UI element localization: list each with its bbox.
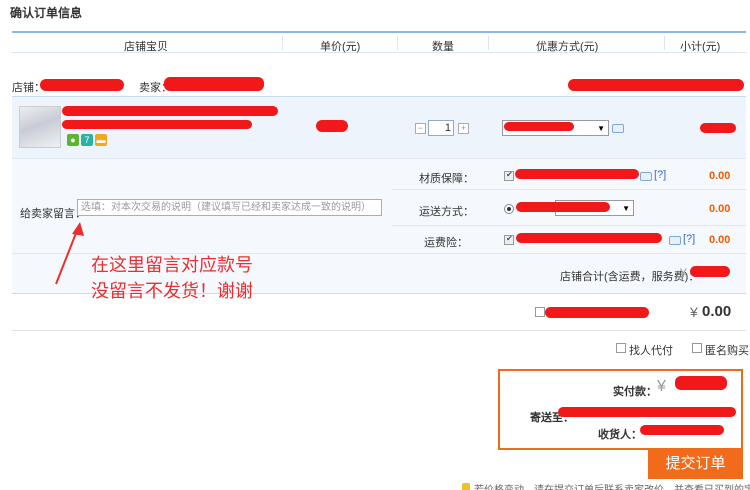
paid-amount-label: 实付款：	[613, 386, 657, 398]
freight-insurance-price: 0.00	[709, 234, 731, 246]
submit-order-button[interactable]: 提交订单	[648, 449, 743, 479]
material-guarantee-label: 材质保障：	[419, 173, 474, 185]
shop-total-label: 店铺合计(含运费，服务费)：	[560, 271, 700, 283]
redacted-item-title	[62, 106, 278, 116]
qty-minus-button[interactable]: −	[415, 123, 426, 134]
paid-currency: ¥	[657, 378, 666, 395]
grand-total-value: 0.00	[702, 303, 732, 320]
table-header: 店铺宝贝 单价(元) 数量 优惠方式(元) 小计(元)	[12, 31, 746, 53]
redacted-total-option	[545, 307, 649, 318]
message-input[interactable]: 选填：对本次交易的说明（建议填写已经和卖家达成一致的说明）	[77, 199, 382, 216]
annotation-line-1: 在这里留言对应款号	[91, 255, 253, 276]
redacted-shop-total	[690, 266, 730, 277]
redacted-material-text	[515, 169, 639, 179]
freight-help-link[interactable]: [?]	[683, 233, 695, 245]
shipping-method-label: 运送方式：	[419, 206, 474, 218]
chevron-down-icon: ▼	[597, 124, 605, 133]
shop-total-currency: ¥	[680, 266, 687, 280]
redacted-discount-option	[504, 122, 574, 131]
redacted-receiver	[640, 425, 724, 435]
shipping-price: 0.00	[709, 203, 731, 215]
discount-info-icon[interactable]	[612, 124, 624, 133]
redacted-shop-name	[40, 79, 124, 91]
material-info-icon[interactable]	[640, 172, 652, 181]
freight-insurance-label: 运费险：	[424, 237, 468, 249]
redacted-shipping-option	[516, 202, 610, 212]
redacted-item-title-line2	[62, 120, 252, 129]
freight-insurance-checkbox[interactable]	[504, 234, 514, 245]
column-header-item: 店铺宝贝	[124, 41, 168, 53]
anonymous-label[interactable]: 匿名购买	[705, 342, 749, 358]
page-title: 确认订单信息	[10, 6, 83, 20]
shipping-method-radio[interactable]	[504, 204, 514, 214]
pay-by-other-checkbox[interactable]	[616, 343, 626, 353]
column-header-subtotal: 小计(元)	[680, 41, 721, 53]
grand-total-currency: ¥	[690, 304, 698, 320]
annotation-line-2: 没留言不发货！谢谢	[91, 281, 253, 302]
redacted-unit-price	[316, 120, 348, 132]
redacted-seller-name	[164, 77, 264, 91]
column-header-price: 单价(元)	[320, 41, 361, 53]
material-help-link[interactable]: [?]	[654, 169, 666, 181]
redacted-subtotal	[700, 123, 736, 133]
pay-by-other-label[interactable]: 找人代付	[629, 342, 673, 358]
item-thumbnail[interactable]	[19, 106, 61, 148]
card-icon: ▬	[95, 134, 107, 146]
material-guarantee-price: 0.00	[709, 170, 731, 182]
column-header-quantity: 数量	[432, 41, 454, 53]
redacted-shop-info	[568, 79, 744, 91]
warning-icon	[462, 483, 470, 490]
redacted-paid-amount	[675, 376, 727, 390]
price-change-note: 若价格变动，请在提交订单后联系卖家改价，并查看已买到的宝贝	[474, 481, 750, 490]
badge-icon: ●	[67, 134, 79, 146]
freight-info-icon[interactable]	[669, 236, 681, 245]
anonymous-checkbox[interactable]	[692, 343, 702, 353]
redacted-freight-text	[516, 233, 662, 243]
receiver-label: 收货人：	[598, 429, 642, 441]
quantity-input[interactable]: 1	[428, 120, 454, 136]
annotation-arrow-icon	[55, 222, 84, 285]
message-placeholder: 选填：对本次交易的说明（建议填写已经和卖家达成一致的说明）	[81, 202, 371, 213]
total-option-checkbox[interactable]	[535, 307, 545, 317]
qty-plus-button[interactable]: +	[458, 123, 469, 134]
redacted-address	[558, 407, 736, 417]
column-header-discount: 优惠方式(元)	[536, 41, 599, 53]
seven-day-return-icon: 7	[81, 134, 93, 146]
material-guarantee-checkbox[interactable]	[504, 170, 514, 181]
chevron-down-icon: ▼	[622, 204, 630, 213]
